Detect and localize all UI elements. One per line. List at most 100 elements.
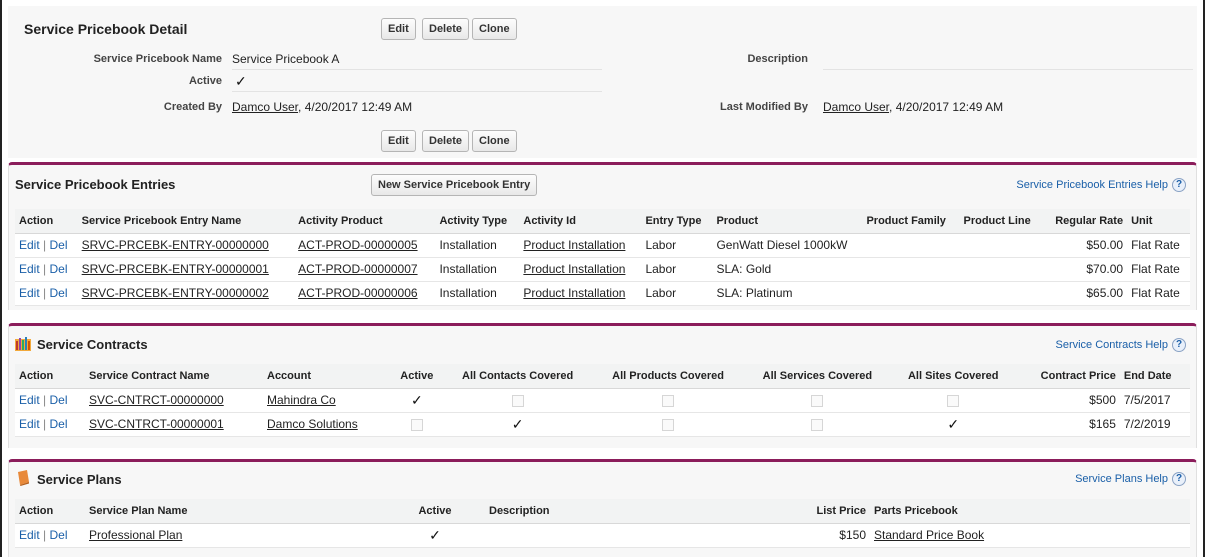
col-entry-name[interactable]: Service Pricebook Entry Name (77, 209, 295, 234)
contracts-help-link[interactable]: Service Contracts Help? (1056, 338, 1186, 352)
col-all-products[interactable]: All Products Covered (592, 364, 744, 389)
action-cell: Edit | Del (15, 233, 78, 258)
account-cell[interactable]: Damco Solutions (263, 412, 391, 437)
del-link[interactable]: Del (49, 528, 67, 542)
service-plans-panel: Service Plans Service Plans Help? Action… (8, 459, 1197, 557)
col-active[interactable]: Active (385, 499, 485, 524)
col-product-family[interactable]: Product Family (862, 209, 960, 234)
edit-link[interactable]: Edit (19, 262, 40, 276)
edit-link[interactable]: Edit (19, 417, 40, 431)
col-active[interactable]: Active (391, 364, 443, 389)
activity-product-cell[interactable]: ACT-PROD-00000007 (294, 257, 436, 282)
col-action[interactable]: Action (15, 364, 85, 389)
activity-product-cell-text[interactable]: ACT-PROD-00000005 (298, 238, 417, 252)
clone-button-top[interactable]: Clone (472, 18, 517, 40)
col-description[interactable]: Description (485, 499, 785, 524)
all-contacts-cell: ✓ (442, 412, 593, 437)
edit-button-top[interactable]: Edit (381, 18, 416, 40)
col-account[interactable]: Account (263, 364, 391, 389)
created-by-user-link[interactable]: Damco User (232, 100, 298, 114)
activity-product-cell-text[interactable]: ACT-PROD-00000006 (298, 286, 417, 300)
edit-link[interactable]: Edit (19, 393, 40, 407)
created-date: , 4/20/2017 12:49 AM (298, 100, 413, 114)
clone-button-bottom[interactable]: Clone (472, 130, 517, 152)
col-activity-type[interactable]: Activity Type (435, 209, 520, 234)
pricebook-detail-section: Service Pricebook Detail Edit Delete Clo… (8, 6, 1197, 158)
activity-product-cell-text[interactable]: ACT-PROD-00000007 (298, 262, 417, 276)
delete-button-bottom[interactable]: Delete (422, 130, 470, 152)
end-date-cell-text: 7/2/2019 (1123, 417, 1171, 431)
edit-button-bottom[interactable]: Edit (381, 130, 416, 152)
edit-link[interactable]: Edit (19, 286, 40, 300)
plans-help-link[interactable]: Service Plans Help? (1075, 472, 1186, 486)
col-all-contacts[interactable]: All Contacts Covered (442, 364, 593, 389)
del-link[interactable]: Del (49, 417, 67, 431)
col-entry-type[interactable]: Entry Type (641, 209, 713, 234)
del-link[interactable]: Del (49, 393, 67, 407)
entry-name-cell[interactable]: SRVC-PRCEBK-ENTRY-00000001 (77, 257, 295, 282)
entry-name-cell-text[interactable]: SRVC-PRCEBK-ENTRY-00000001 (82, 262, 269, 276)
active-label: Active (188, 75, 222, 87)
activity-id-cell[interactable]: Product Installation (519, 233, 642, 258)
list-price-cell-text: $150 (839, 528, 866, 542)
col-unit[interactable]: Unit (1127, 209, 1190, 234)
entry-name-cell-text[interactable]: SRVC-PRCEBK-ENTRY-00000000 (82, 238, 269, 252)
new-pricebook-entry-button[interactable]: New Service Pricebook Entry (371, 174, 538, 196)
col-parts-pricebook[interactable]: Parts Pricebook (870, 499, 1190, 524)
plan-name-cell-text[interactable]: Professional Plan (89, 528, 182, 542)
col-action[interactable]: Action (15, 499, 85, 524)
plan-name-cell[interactable]: Professional Plan (85, 523, 385, 548)
activity-product-cell[interactable]: ACT-PROD-00000006 (294, 281, 436, 306)
col-all-sites[interactable]: All Sites Covered (891, 364, 1016, 389)
regular-rate-cell-text: $70.00 (1086, 262, 1124, 276)
entry-name-cell[interactable]: SRVC-PRCEBK-ENTRY-00000000 (77, 233, 295, 258)
checkmark-icon: ✓ (947, 415, 960, 432)
contract-name-cell[interactable]: SVC-CNTRCT-00000000 (85, 388, 263, 413)
delete-button-top[interactable]: Delete (422, 18, 470, 40)
del-link[interactable]: Del (49, 238, 67, 252)
parts-pricebook-cell[interactable]: Standard Price Book (870, 523, 1190, 548)
account-cell[interactable]: Mahindra Co (263, 388, 391, 413)
activity-product-cell[interactable]: ACT-PROD-00000005 (294, 233, 436, 258)
contract-price-cell: $500 (1015, 388, 1120, 413)
activity-id-cell-text[interactable]: Product Installation (523, 238, 625, 252)
list-price-cell: $150 (785, 523, 870, 548)
action-cell: Edit | Del (15, 412, 85, 437)
unchecked-box-icon (947, 394, 960, 407)
modified-by-user-link[interactable]: Damco User (823, 100, 889, 114)
col-contract-name[interactable]: Service Contract Name (85, 364, 263, 389)
activity-id-cell-text[interactable]: Product Installation (523, 286, 625, 300)
all-products-cell (592, 412, 744, 437)
contract-name-cell-text[interactable]: SVC-CNTRCT-00000000 (89, 393, 224, 407)
activity-id-cell[interactable]: Product Installation (519, 257, 642, 282)
entry-name-cell[interactable]: SRVC-PRCEBK-ENTRY-00000002 (77, 281, 295, 306)
regular-rate-cell-text: $65.00 (1086, 286, 1124, 300)
col-activity-id[interactable]: Activity Id (519, 209, 642, 234)
contract-name-cell-text[interactable]: SVC-CNTRCT-00000001 (89, 417, 224, 431)
edit-link[interactable]: Edit (19, 238, 40, 252)
contract-name-cell[interactable]: SVC-CNTRCT-00000001 (85, 412, 263, 437)
col-all-services[interactable]: All Services Covered (743, 364, 892, 389)
edit-link[interactable]: Edit (19, 528, 40, 542)
parts-pricebook-cell-text[interactable]: Standard Price Book (874, 528, 984, 542)
col-action[interactable]: Action (15, 209, 78, 234)
col-list-price[interactable]: List Price (785, 499, 870, 524)
col-activity-product[interactable]: Activity Product (294, 209, 436, 234)
col-contract-price[interactable]: Contract Price (1015, 364, 1120, 389)
account-cell-text[interactable]: Damco Solutions (267, 417, 358, 431)
del-link[interactable]: Del (49, 286, 67, 300)
entry-name-cell-text[interactable]: SRVC-PRCEBK-ENTRY-00000002 (82, 286, 269, 300)
del-link[interactable]: Del (49, 262, 67, 276)
col-product[interactable]: Product (712, 209, 863, 234)
pricebook-name-label: Service Pricebook Name (93, 53, 222, 65)
account-cell-text[interactable]: Mahindra Co (267, 393, 336, 407)
col-product-line[interactable]: Product Line (959, 209, 1043, 234)
col-end-date[interactable]: End Date (1119, 364, 1190, 389)
entries-help-link[interactable]: Service Pricebook Entries Help? (1016, 178, 1186, 192)
activity-id-cell-text[interactable]: Product Installation (523, 262, 625, 276)
col-regular-rate[interactable]: Regular Rate (1042, 209, 1128, 234)
col-plan-name[interactable]: Service Plan Name (85, 499, 385, 524)
created-by-value: Damco User, 4/20/2017 12:49 AM (232, 100, 412, 114)
activity-id-cell[interactable]: Product Installation (519, 281, 642, 306)
action-separator: | (39, 528, 50, 542)
